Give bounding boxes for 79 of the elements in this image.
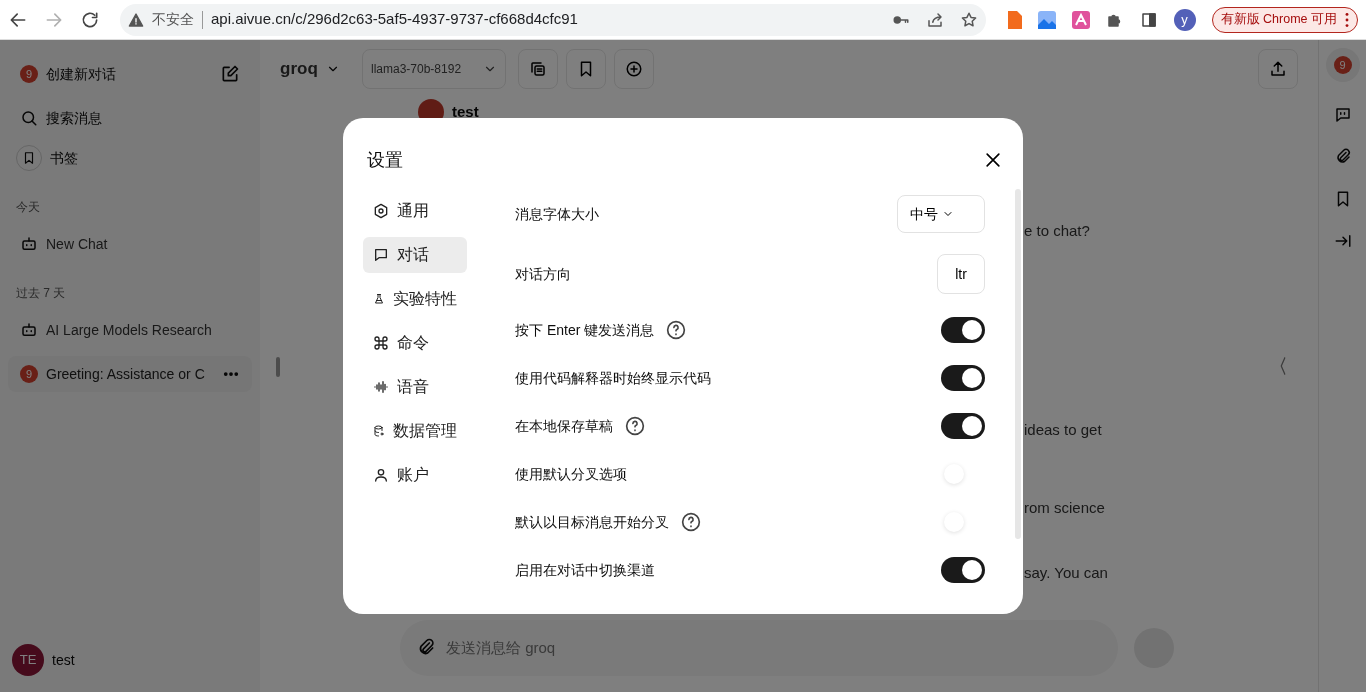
badge-avatar: 9 — [20, 365, 38, 383]
export-button[interactable] — [1258, 49, 1298, 89]
setting-label: 默认以目标消息开始分叉 — [515, 512, 669, 532]
gear-icon — [373, 203, 389, 219]
bot-icon — [20, 235, 38, 253]
star-icon[interactable] — [959, 10, 978, 29]
setting-label: 对话方向 — [515, 264, 571, 284]
update-chrome-button[interactable]: 有新版 Chrome 可用 — [1211, 6, 1358, 33]
search-icon — [20, 109, 38, 127]
document-icon[interactable] — [1005, 10, 1022, 29]
user-avatar[interactable]: TE — [12, 644, 44, 676]
message-field[interactable]: 发送消息给 groq — [400, 620, 1118, 676]
chat-item[interactable]: AI Large Models Research — [8, 312, 252, 348]
translate-icon[interactable] — [1071, 10, 1090, 29]
copy-icon — [529, 60, 547, 78]
dialog-title: 设置 — [367, 148, 403, 172]
setting-label: 使用代码解释器时始终显示代码 — [515, 368, 711, 388]
font-size-select[interactable]: 中号 — [897, 195, 985, 233]
warning-icon — [128, 11, 144, 28]
chat-item[interactable]: 9 Greeting: Assistance or C — [8, 356, 252, 392]
setting-label: 消息字体大小 — [515, 204, 599, 224]
bot-icon — [20, 321, 38, 339]
close-icon — [983, 150, 1003, 170]
chat-title: AI Large Models Research — [46, 320, 212, 340]
toggle-switch[interactable] — [941, 413, 985, 439]
model-selector[interactable]: llama3-70b-8192 — [362, 49, 506, 89]
reload-button[interactable] — [80, 9, 100, 30]
chat-title: Greeting: Assistance or C — [46, 364, 205, 384]
more-icon — [1345, 11, 1349, 28]
date-heading: 今天 — [16, 200, 40, 214]
bookmark-button[interactable] — [566, 49, 606, 89]
setting-label: 按下 Enter 键发送消息 — [515, 320, 655, 340]
setting-label: 在本地保存草稿 — [515, 416, 613, 436]
image-icon[interactable] — [1037, 10, 1056, 29]
badge-avatar: 9 — [20, 65, 38, 83]
copy-button[interactable] — [518, 49, 558, 89]
plus-icon — [625, 60, 643, 78]
audio-wave-icon — [373, 379, 389, 395]
toggle-switch[interactable] — [941, 365, 985, 391]
message-text: rom science — [1024, 499, 1105, 516]
share-icon[interactable] — [925, 10, 944, 29]
chat-bubble-icon — [373, 247, 389, 263]
help-icon[interactable] — [666, 320, 687, 340]
edit-icon[interactable] — [220, 64, 240, 84]
database-icon — [373, 423, 385, 439]
setting-label: 启用在对话中切换渠道 — [515, 560, 655, 580]
search-messages-link[interactable]: 搜索消息 — [46, 107, 102, 129]
date-heading: 过去 7 天 — [16, 286, 66, 300]
author-name: test — [452, 101, 479, 122]
bookmarks-link[interactable]: 书签 — [50, 147, 78, 169]
side-panel-icon[interactable] — [1139, 10, 1158, 29]
message-input[interactable]: 发送消息给 groq — [444, 635, 1102, 661]
message-text: e to chat? — [1024, 222, 1090, 239]
close-button[interactable] — [983, 150, 1003, 170]
help-icon[interactable] — [625, 416, 645, 436]
settings-tab[interactable]: 对话 — [363, 237, 467, 273]
endpoint-selector[interactable]: groq — [280, 56, 318, 82]
quote-bubble-icon[interactable] — [1333, 106, 1352, 124]
command-icon — [373, 335, 389, 351]
toggle-switch[interactable] — [941, 317, 985, 343]
setting-label: 使用默认分叉选项 — [515, 464, 627, 484]
upload-icon — [1269, 60, 1287, 78]
message-text: say. You can — [1024, 563, 1108, 581]
chat-item[interactable]: New Chat — [8, 226, 252, 262]
collapse-icon[interactable] — [1333, 232, 1352, 250]
add-button[interactable] — [614, 49, 654, 89]
profile-avatar[interactable]: y — [1173, 8, 1196, 31]
direction-button[interactable]: ltr — [937, 254, 985, 294]
help-icon[interactable] — [681, 512, 701, 532]
new-chat-link[interactable]: 创建新对话 — [46, 63, 116, 85]
message-text: ideas to get — [1024, 420, 1102, 438]
flask-icon — [373, 291, 385, 307]
url-text[interactable]: api.aivue.cn/c/296d2c63-5af5-4937-9737-cf668d4cfc91 — [211, 8, 578, 31]
chat-title: New Chat — [46, 234, 108, 254]
user-icon — [373, 467, 389, 483]
toggle-switch[interactable] — [941, 557, 985, 583]
bookmark-glyph-icon — [22, 151, 36, 165]
security-label[interactable]: 不安全 — [152, 9, 194, 30]
user-name: test — [52, 650, 75, 670]
